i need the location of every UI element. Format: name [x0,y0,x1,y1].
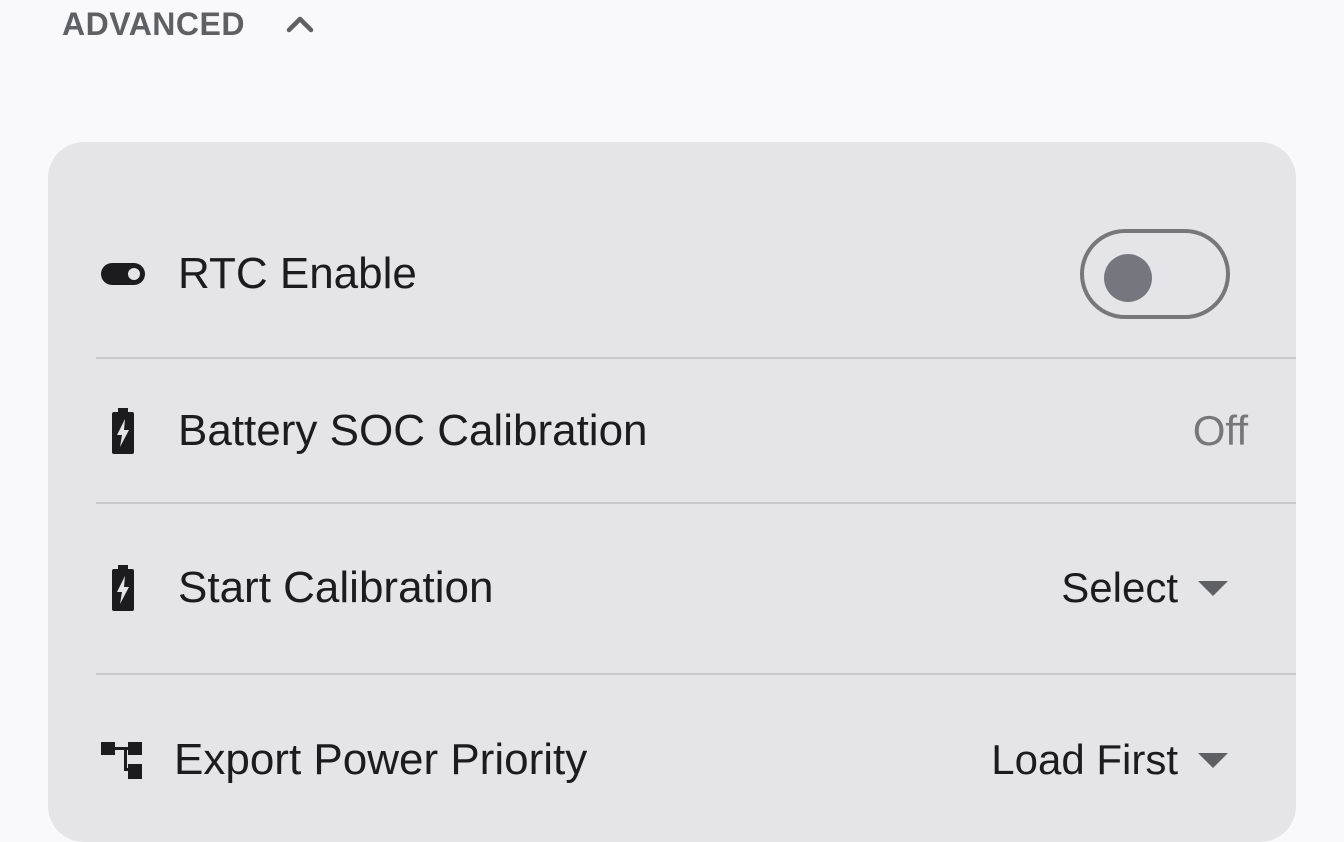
setting-row-rtc-enable: RTC Enable [48,182,1296,366]
setting-label: Start Calibration [178,563,494,612]
setting-label: RTC Enable [178,249,417,298]
export-power-priority-dropdown[interactable]: Load First [991,736,1228,784]
setting-value: Off [1192,407,1248,454]
setting-row-export-power-priority: Export Power Priority Load First [48,675,1296,842]
start-calibration-dropdown[interactable]: Select [1061,564,1228,612]
chevron-up-icon[interactable] [283,7,317,41]
rtc-enable-switch[interactable] [1080,229,1230,319]
setting-label: Export Power Priority [174,735,588,784]
setting-label: Battery SOC Calibration [178,406,648,455]
battery-charging-icon [100,408,146,454]
caret-down-icon [1198,752,1228,768]
advanced-settings-card: RTC Enable Battery SOC Calibration Off S… [48,142,1296,842]
dropdown-value: Load First [991,736,1178,783]
section-title: ADVANCED [62,5,245,42]
caret-down-icon [1198,580,1228,596]
flow-icon [100,737,146,783]
battery-charging-icon [100,565,146,611]
switch-knob [1104,254,1152,302]
setting-row-battery-soc-calibration[interactable]: Battery SOC Calibration Off [48,359,1296,503]
dropdown-value: Select [1061,564,1178,611]
toggle-icon [100,251,146,297]
advanced-section-header[interactable]: ADVANCED [62,2,317,46]
setting-row-start-calibration: Start Calibration Select [48,504,1296,672]
